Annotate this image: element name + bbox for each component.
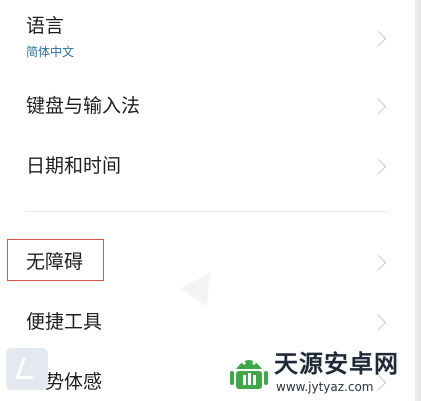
floating-edit-button[interactable] bbox=[6, 348, 48, 390]
settings-item-keyboard[interactable]: 键盘与输入法 bbox=[0, 78, 410, 134]
watermark: 天源安卓网 www.jytyaz.com bbox=[228, 345, 418, 399]
highlight-box bbox=[7, 239, 104, 281]
chevron-right-icon bbox=[370, 30, 387, 47]
language-label: 语言 bbox=[26, 15, 65, 37]
settings-item-shortcuts[interactable]: 便捷工具 bbox=[0, 294, 410, 350]
watermark-url: www.jytyaz.com bbox=[276, 380, 374, 394]
android-logo-icon bbox=[230, 360, 268, 389]
settings-item-language[interactable]: 语言 简体中文 bbox=[0, 0, 410, 76]
chevron-right-icon bbox=[370, 158, 387, 175]
chevron-right-icon bbox=[370, 254, 387, 271]
chevron-right-icon bbox=[370, 314, 387, 331]
watermark-title: 天源安卓网 bbox=[274, 350, 399, 378]
chevron-right-icon bbox=[370, 98, 387, 115]
settings-item-datetime[interactable]: 日期和时间 bbox=[0, 136, 410, 196]
section-divider bbox=[26, 211, 388, 212]
shortcuts-label: 便捷工具 bbox=[26, 311, 103, 333]
datetime-label: 日期和时间 bbox=[26, 155, 122, 177]
keyboard-label: 键盘与输入法 bbox=[26, 95, 141, 117]
language-value: 简体中文 bbox=[26, 45, 75, 59]
scroll-edge bbox=[415, 0, 421, 401]
